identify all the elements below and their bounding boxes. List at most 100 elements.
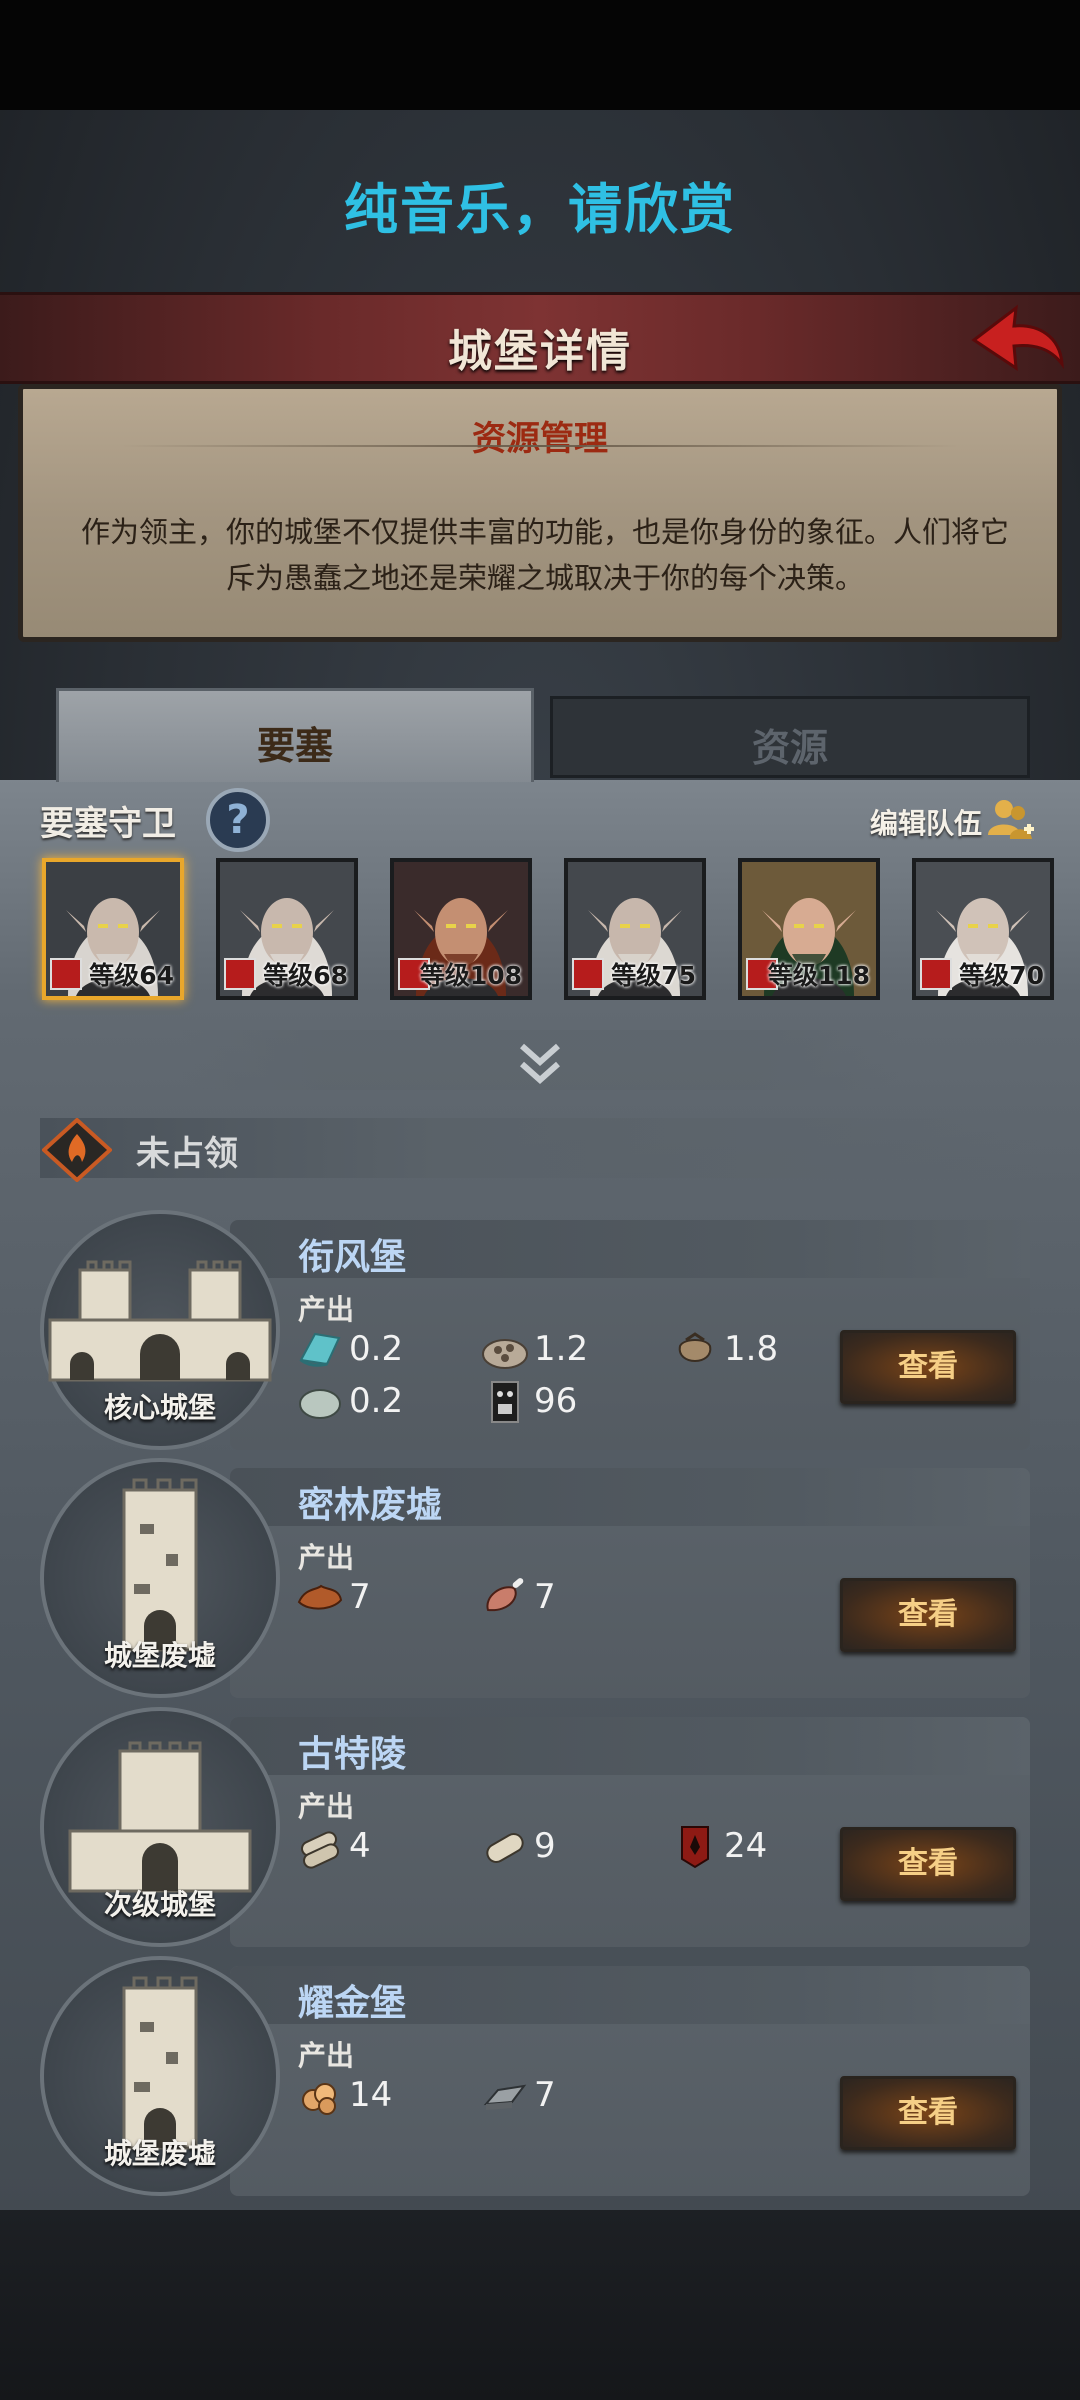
resource-item: 4	[295, 1823, 371, 1869]
resource-item: 7	[480, 1574, 556, 1620]
info-title: 资源管理	[472, 419, 608, 459]
resource-item: 7	[480, 2072, 556, 2118]
hero-level: 等级75	[611, 961, 696, 990]
hero-level: 等级118	[767, 961, 870, 990]
hero-card[interactable]: 等级68	[216, 858, 358, 1000]
status-bar	[0, 0, 1080, 110]
info-card: 资源管理 作为领主，你的城堡不仅提供丰富的功能，也是你身份的象征。人们将它斥为愚…	[18, 384, 1062, 642]
back-button[interactable]	[968, 298, 1068, 378]
castle-name: 耀金堡	[298, 1983, 407, 2024]
resource-item: 24	[670, 1823, 767, 1869]
castle-type: 城堡废墟	[103, 2137, 216, 2170]
resource-value: 24	[724, 1826, 768, 1866]
hero-card[interactable]: 等级75	[564, 858, 706, 1000]
view-button[interactable]: 查看	[840, 1578, 1016, 1652]
resource-value: 14	[349, 2075, 393, 2115]
resource-item: 96	[480, 1378, 577, 1424]
hero-level: 等级108	[419, 961, 522, 990]
hero-level: 等级68	[263, 961, 348, 990]
class-badge-icon	[920, 958, 952, 990]
ore-pile-icon	[482, 1339, 528, 1369]
guards-label: 要塞守卫	[40, 804, 176, 844]
castle-illustration	[40, 1260, 280, 1404]
help-icon[interactable]: ?	[206, 788, 270, 852]
gold-ore-icon	[302, 2083, 336, 2115]
info-divider	[120, 445, 960, 447]
view-button[interactable]: 查看	[840, 1330, 1016, 1404]
resource-value: 7	[349, 1577, 371, 1617]
core-castle-icon	[48, 1260, 272, 1382]
hero-card[interactable]: 等级70	[912, 858, 1054, 1000]
resource-value: 7	[534, 2075, 556, 2115]
castle-name: 密林废墟	[298, 1485, 443, 1526]
header-banner: 城堡详情	[0, 292, 1080, 384]
meat-icon	[486, 1578, 524, 1612]
hero-card[interactable]: 等级118	[738, 858, 880, 1000]
iron-ingot-icon	[483, 2084, 527, 2110]
castle-row: 古特陵产出次级城堡 查看 4 9 24	[40, 1707, 1040, 1947]
resource-item: 1.8	[670, 1326, 778, 1372]
view-button[interactable]: 查看	[840, 2076, 1016, 2150]
expand-chevron-icon[interactable]	[512, 1036, 568, 1092]
info-text: 作为领主，你的城堡不仅提供丰富的功能，也是你身份的象征。人们将它斥为愚蠢之地还是…	[80, 515, 1009, 595]
resource-item: 0.2	[295, 1326, 403, 1372]
resource-value: 7	[534, 1577, 556, 1617]
resource-value: 1.8	[724, 1329, 779, 1369]
castle-type: 核心城堡	[103, 1391, 216, 1424]
resource-value: 1.2	[534, 1329, 589, 1369]
class-badge-icon	[572, 958, 604, 990]
bottom-area	[0, 2210, 1080, 2400]
flame-emblem-icon	[42, 1118, 112, 1182]
hero-level: 等级70	[959, 961, 1044, 990]
output-label: 产出	[298, 1293, 355, 1326]
ruin-tower-icon	[122, 1478, 198, 1652]
castle-name: 衔风堡	[298, 1237, 407, 1278]
hero-level: 等级64	[89, 961, 174, 990]
resource-value: 96	[534, 1381, 578, 1421]
hero-card[interactable]: 等级64	[42, 858, 184, 1000]
class-badge-icon	[224, 958, 256, 990]
output-label: 产出	[298, 1790, 355, 1823]
ruin-tower-icon	[122, 1976, 198, 2150]
castle-type: 城堡废墟	[103, 1639, 216, 1672]
castle-name: 古特陵	[298, 1734, 407, 1775]
castle-illustration	[100, 1972, 220, 2156]
section-label: 未占领	[136, 1134, 238, 1174]
soldier-icon	[491, 1381, 519, 1423]
parchment-icon	[486, 1833, 524, 1863]
output-label: 产出	[298, 1541, 355, 1574]
castle-row: 衔风堡产出核心城堡 查看 0.2 1.2 1.8 0.2 96	[40, 1210, 1040, 1450]
back-arrow-icon	[971, 304, 1064, 371]
castle-row: 密林废墟产出城堡废墟 查看 7 7	[40, 1458, 1040, 1698]
resource-item: 9	[480, 1823, 556, 1869]
tab-resources[interactable]: 资源	[550, 696, 1030, 778]
resource-value: 0.2	[349, 1329, 404, 1369]
resource-value: 0.2	[349, 1381, 404, 1421]
team-edit-icon[interactable]	[984, 795, 1036, 847]
resource-item: 14	[295, 2072, 392, 2118]
page-title: 城堡详情	[448, 326, 632, 377]
resource-item: 1.2	[480, 1326, 588, 1372]
view-button[interactable]: 查看	[840, 1827, 1016, 1901]
music-banner-text: 纯音乐，请欣赏	[344, 178, 736, 241]
castle-row: 耀金堡产出城堡废墟 查看 14 7	[40, 1956, 1040, 2196]
castle-illustration	[60, 1741, 260, 1905]
tab-fortress[interactable]: 要塞	[56, 688, 534, 782]
output-label: 产出	[298, 2039, 355, 2072]
castle-type: 次级城堡	[103, 1888, 216, 1921]
class-badge-icon	[50, 958, 82, 990]
tab-bar: 要塞 资源	[40, 688, 1040, 782]
resource-value: 9	[534, 1826, 556, 1866]
minor-castle-icon	[68, 1741, 252, 1893]
hero-card[interactable]: 等级108	[390, 858, 532, 1000]
banner-icon	[681, 1826, 709, 1869]
sack-icon	[678, 1332, 712, 1362]
edit-team-button[interactable]: 编辑队伍	[870, 802, 982, 842]
leather-icon	[297, 1584, 343, 1610]
cloth-icon	[299, 1332, 341, 1367]
resource-item: 7	[295, 1574, 371, 1620]
scroll-icon	[301, 1831, 339, 1869]
resource-item: 0.2	[295, 1378, 403, 1424]
castle-illustration	[100, 1474, 220, 1658]
resource-value: 4	[349, 1826, 371, 1866]
